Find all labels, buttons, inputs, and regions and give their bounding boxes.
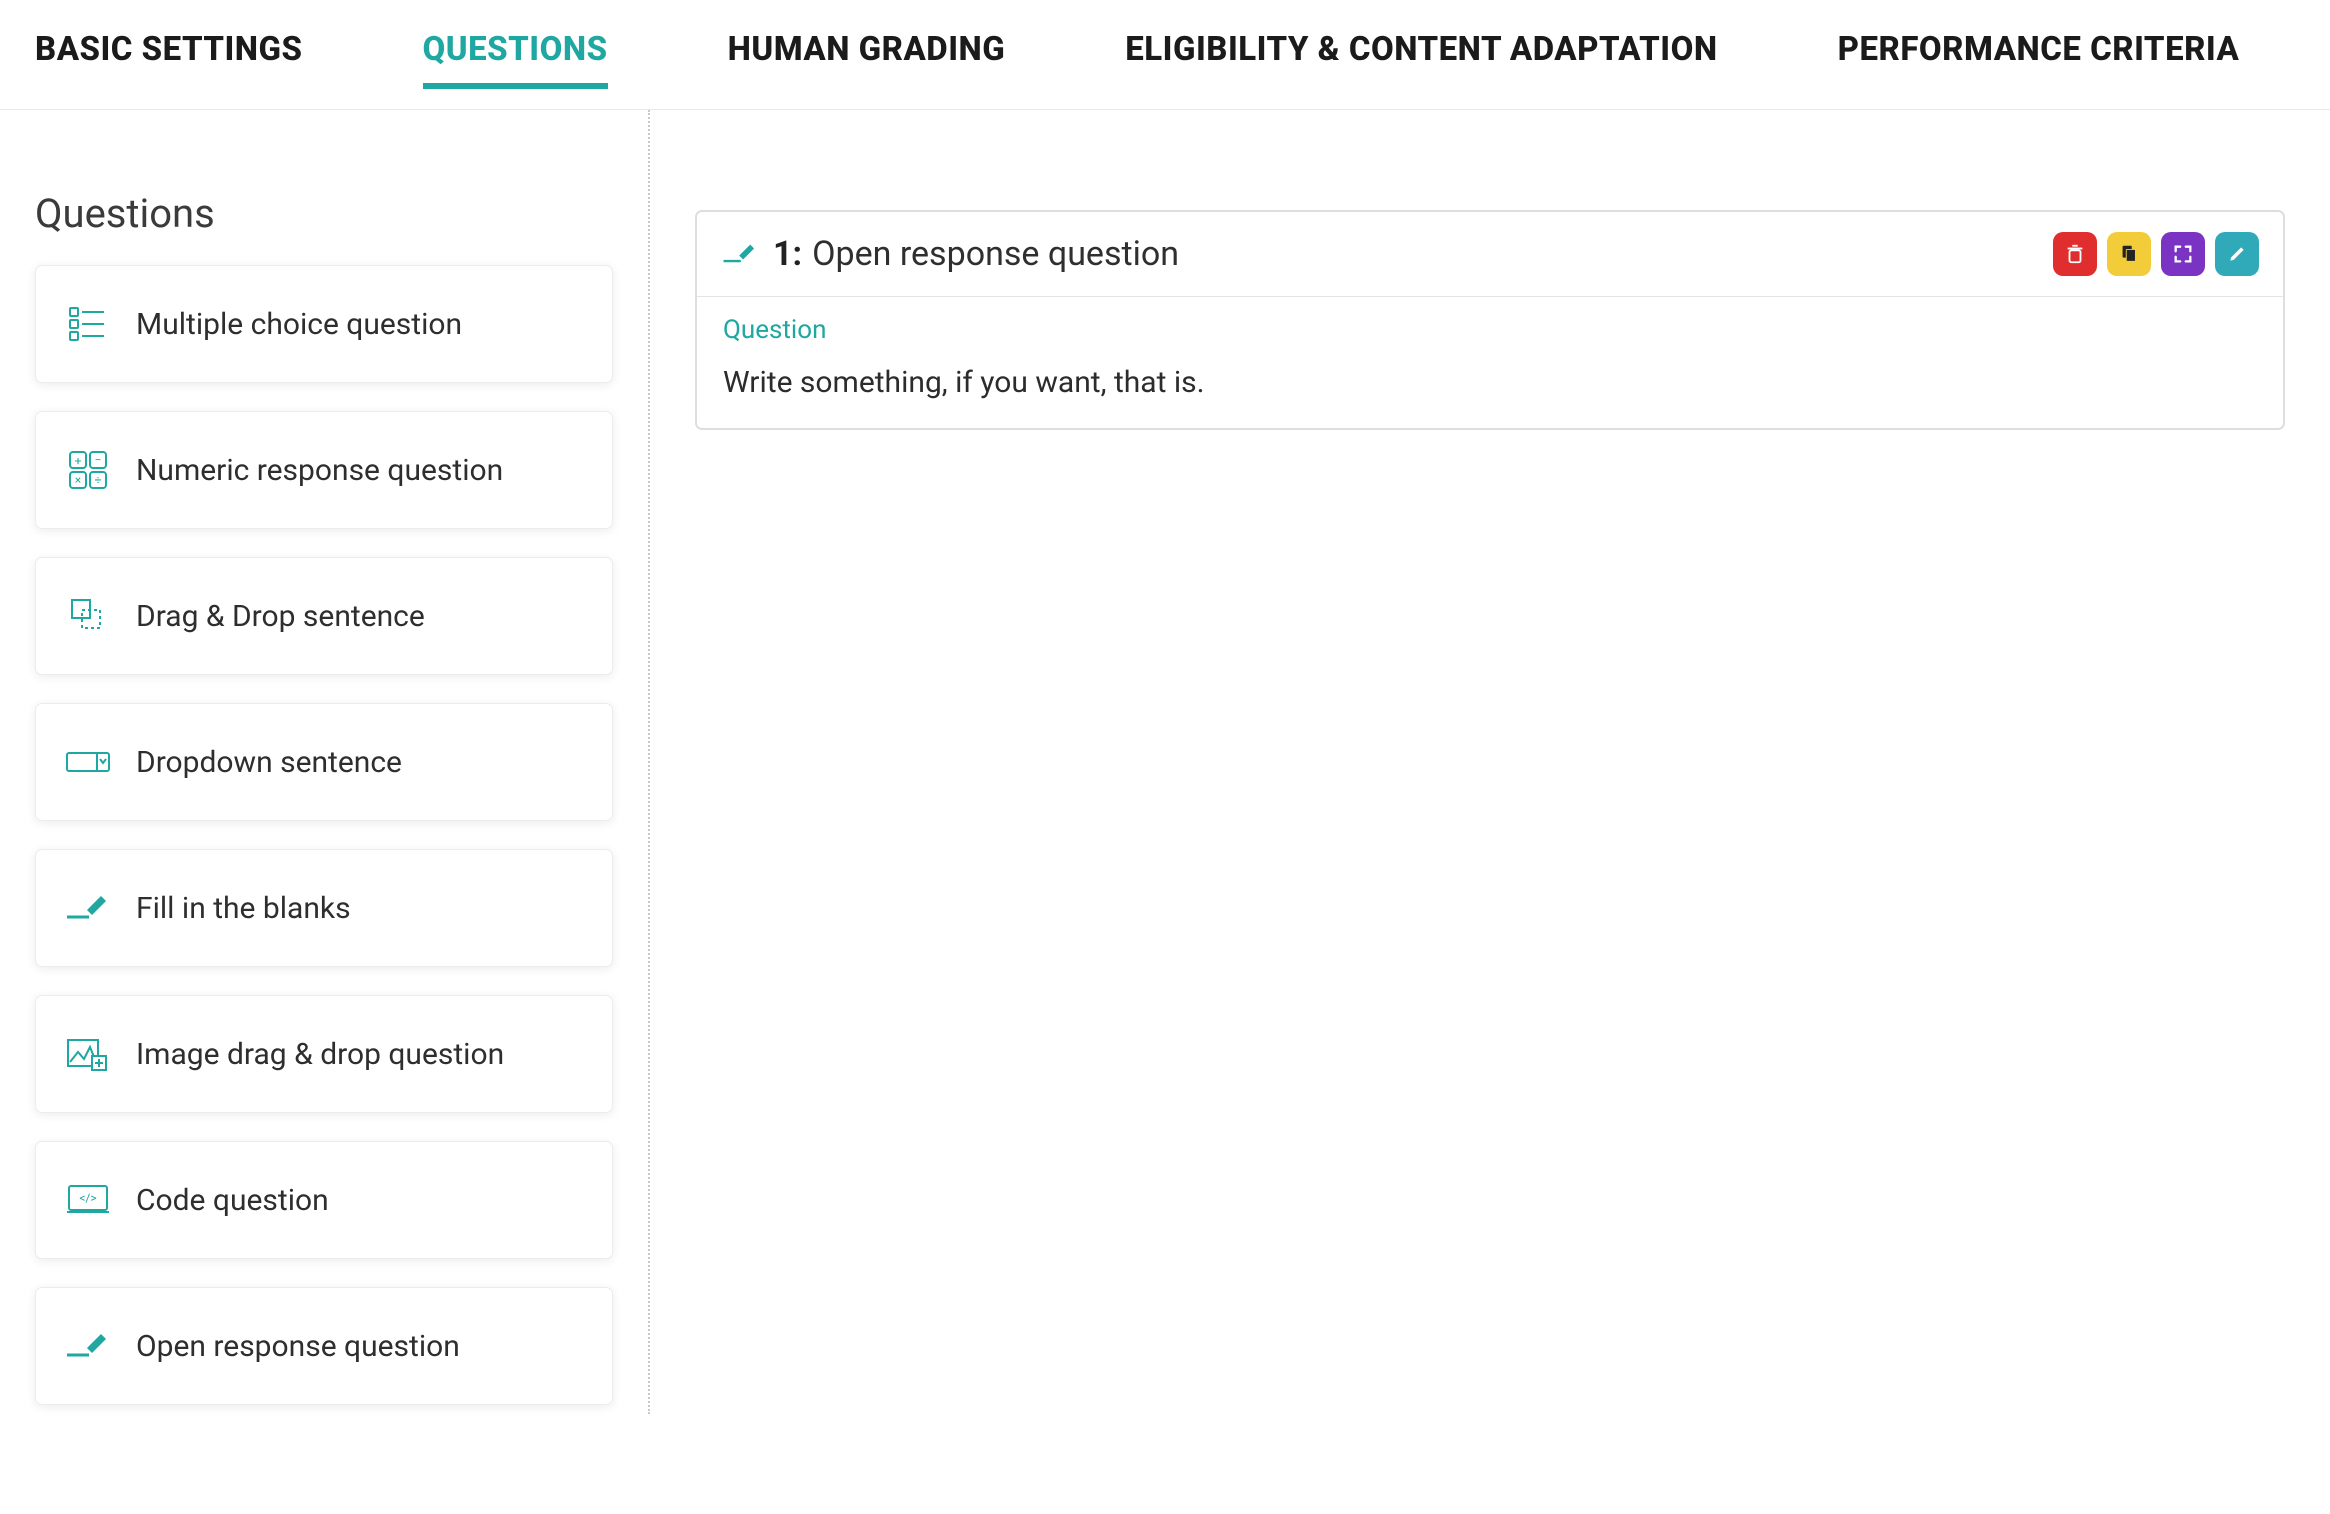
- svg-text:−: −: [95, 453, 102, 467]
- question-editor-area: 1: Open response question: [650, 110, 2330, 1414]
- image-drag-icon: [64, 1030, 112, 1078]
- question-body: Question Write something, if you want, t…: [697, 297, 2283, 428]
- qtype-label: Dropdown sentence: [136, 745, 402, 780]
- section-label-question: Question: [723, 315, 2257, 345]
- qtype-dropdown-sentence[interactable]: Dropdown sentence: [35, 703, 613, 821]
- main-layout: Questions Multiple choice question +: [0, 110, 2330, 1414]
- sidebar-heading: Questions: [35, 190, 613, 237]
- qtype-label: Image drag & drop question: [136, 1037, 504, 1072]
- question-header: 1: Open response question: [697, 212, 2283, 297]
- question-panel: 1: Open response question: [695, 210, 2285, 430]
- question-title: Open response question: [812, 234, 1179, 274]
- fill-blanks-icon: [64, 884, 112, 932]
- svg-text:</>: </>: [79, 1191, 96, 1205]
- qtype-label: Numeric response question: [136, 453, 503, 488]
- qtype-label: Fill in the blanks: [136, 891, 351, 926]
- qtype-image-drag-drop[interactable]: Image drag & drop question: [35, 995, 613, 1113]
- dropdown-icon: [64, 738, 112, 786]
- qtype-numeric-response[interactable]: + − × ÷ Numeric response question: [35, 411, 613, 529]
- question-types-sidebar: Questions Multiple choice question +: [0, 110, 650, 1414]
- tab-basic-settings[interactable]: BASIC SETTINGS: [35, 30, 303, 89]
- delete-button[interactable]: [2053, 232, 2097, 276]
- drag-drop-icon: [64, 592, 112, 640]
- qtype-multiple-choice[interactable]: Multiple choice question: [35, 265, 613, 383]
- question-actions: [2053, 232, 2259, 276]
- qtype-fill-in-the-blanks[interactable]: Fill in the blanks: [35, 849, 613, 967]
- tab-performance-criteria[interactable]: PERFORMANCE CRITERIA: [1838, 30, 2240, 89]
- open-response-icon: [721, 235, 759, 273]
- question-number: 1:: [773, 234, 802, 274]
- multiple-choice-icon: [64, 300, 112, 348]
- code-icon: </>: [64, 1176, 112, 1224]
- edit-button[interactable]: [2215, 232, 2259, 276]
- svg-text:+: +: [75, 454, 82, 468]
- tab-nav: BASIC SETTINGS QUESTIONS HUMAN GRADING E…: [0, 0, 2330, 110]
- qtype-label: Code question: [136, 1183, 329, 1218]
- open-response-icon: [64, 1322, 112, 1370]
- tab-eligibility[interactable]: ELIGIBILITY & CONTENT ADAPTATION: [1125, 30, 1717, 89]
- qtype-open-response[interactable]: Open response question: [35, 1287, 613, 1405]
- trash-icon: [2064, 243, 2086, 265]
- svg-text:÷: ÷: [95, 473, 102, 487]
- fullscreen-icon: [2172, 243, 2194, 265]
- qtype-label: Multiple choice question: [136, 307, 462, 342]
- svg-text:×: ×: [75, 473, 81, 487]
- tab-questions[interactable]: QUESTIONS: [423, 30, 608, 89]
- copy-icon: [2118, 243, 2140, 265]
- tab-human-grading[interactable]: HUMAN GRADING: [728, 30, 1006, 89]
- qtype-code-question[interactable]: </> Code question: [35, 1141, 613, 1259]
- question-text: Write something, if you want, that is.: [723, 365, 2257, 400]
- qtype-label: Open response question: [136, 1329, 460, 1364]
- duplicate-button[interactable]: [2107, 232, 2151, 276]
- numeric-icon: + − × ÷: [64, 446, 112, 494]
- qtype-drag-drop-sentence[interactable]: Drag & Drop sentence: [35, 557, 613, 675]
- pencil-icon: [2227, 244, 2247, 264]
- expand-button[interactable]: [2161, 232, 2205, 276]
- qtype-label: Drag & Drop sentence: [136, 599, 425, 634]
